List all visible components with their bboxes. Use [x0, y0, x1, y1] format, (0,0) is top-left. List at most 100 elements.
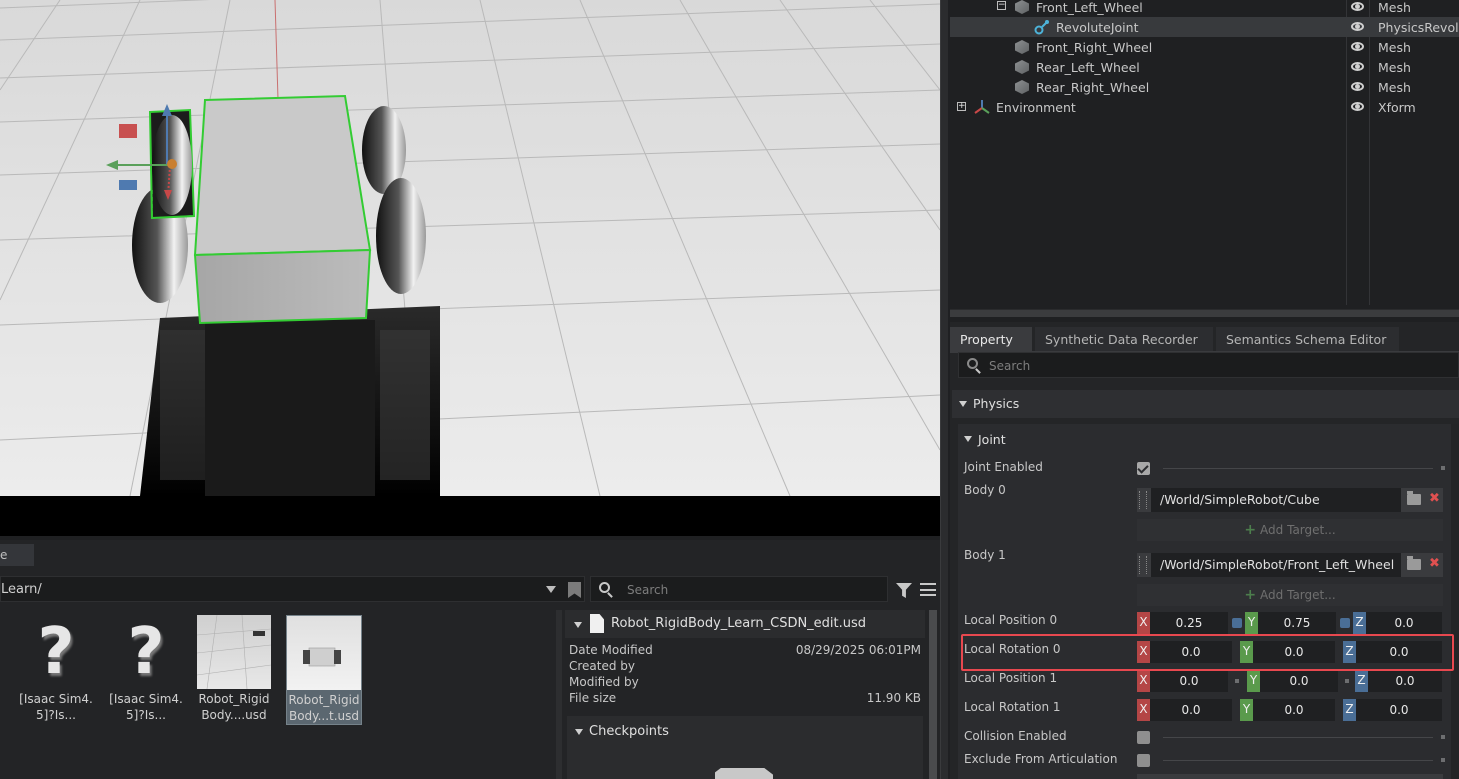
property-scrollbar[interactable]	[1451, 424, 1459, 779]
content-tab[interactable]: e	[0, 544, 34, 566]
viewport[interactable]	[0, 0, 940, 536]
reset-dot[interactable]	[1441, 466, 1445, 470]
collapse-icon[interactable]: −	[997, 1, 1006, 10]
joint-section-header[interactable]: Joint	[958, 424, 1451, 452]
tab-property[interactable]: Property	[950, 327, 1032, 353]
search-icon	[967, 358, 978, 369]
expand-icon[interactable]: +	[957, 102, 966, 111]
joint-section: Joint Joint Enabled Body 0 /World/Simple…	[958, 424, 1459, 779]
panel-divider[interactable]	[940, 0, 948, 779]
axis-y-label: Y	[1247, 670, 1260, 692]
physics-section-header[interactable]: Physics	[952, 390, 1459, 418]
next-row-partial	[1137, 774, 1443, 779]
local-position-0-vector: X 0.25 Y 0.75 Z 0.0	[1137, 612, 1443, 634]
collapse-icon[interactable]	[574, 622, 582, 628]
file-item[interactable]: ? [Isaac Sim4. 5]?Is...	[107, 615, 185, 723]
divider	[1163, 760, 1433, 761]
remove-icon[interactable]: ✖	[1429, 556, 1440, 571]
path-dropdown-icon[interactable]	[546, 586, 556, 593]
mini-indicator	[1232, 618, 1242, 628]
local-position-1-vector: X 0.0 Y 0.0 Z 0.0	[1137, 670, 1443, 692]
checkpoints-section[interactable]: Checkpoints	[567, 716, 923, 779]
filter-icon[interactable]	[896, 583, 912, 598]
property-search-input[interactable]: Search	[958, 352, 1459, 378]
local-position-0-z[interactable]: 0.0	[1366, 612, 1442, 634]
content-search-input[interactable]: Search	[590, 576, 888, 602]
stage-item-type: Mesh	[1378, 60, 1411, 75]
local-rotation-1-y[interactable]: 0.0	[1253, 699, 1335, 721]
joint-enabled-checkbox[interactable]	[1137, 462, 1150, 475]
collision-enabled-checkbox[interactable]	[1137, 731, 1150, 744]
stage-row-environment[interactable]: + Environment Xform	[950, 97, 1459, 117]
eye-icon[interactable]	[1351, 82, 1364, 91]
checkpoints-label: Checkpoints	[589, 724, 669, 739]
grid-scrollbar[interactable]	[556, 610, 562, 779]
revolute-joint-icon	[1034, 20, 1049, 35]
stage-item-label: Front_Left_Wheel	[1036, 0, 1143, 15]
details-header[interactable]: Robot_RigidBody_Learn_CSDN_edit.usd	[565, 610, 925, 638]
stage-row-rear-left-wheel[interactable]: Rear_Left_Wheel Mesh	[950, 57, 1459, 77]
collapse-icon[interactable]	[575, 729, 583, 735]
reset-dot[interactable]	[1441, 735, 1445, 739]
eye-icon[interactable]	[1351, 2, 1364, 11]
local-rotation-1-x[interactable]: 0.0	[1150, 699, 1232, 721]
content-tab-label: e	[0, 548, 8, 562]
file-size-label: File size	[569, 691, 617, 705]
file-size-value: 11.90 KB	[866, 691, 921, 705]
file-item-selected[interactable]: Robot_Rigid Body...t.usd	[286, 615, 362, 725]
drag-handle-icon[interactable]	[1139, 556, 1147, 574]
content-browser: e Learn/ Search ? [Isaac Sim4. 5]?Is... …	[0, 540, 940, 779]
exclude-articulation-label: Exclude From Articulation	[964, 752, 1118, 766]
local-position-0-x[interactable]: 0.25	[1150, 612, 1228, 634]
menu-icon[interactable]	[920, 583, 936, 596]
add-target-button[interactable]: + Add Target...	[1137, 584, 1443, 606]
file-item[interactable]: Robot_Rigid Body....usd	[195, 614, 273, 723]
scene-render[interactable]	[0, 0, 940, 536]
eye-icon[interactable]	[1351, 62, 1364, 71]
folder-icon[interactable]	[1407, 556, 1421, 570]
file-label-line1: [Isaac Sim4.	[109, 692, 183, 706]
local-position-1-y[interactable]: 0.0	[1260, 670, 1338, 692]
drag-handle-icon[interactable]	[1139, 491, 1147, 509]
body1-path-field[interactable]: /World/SimpleRobot/Front_Left_Wheel	[1151, 553, 1401, 577]
tab-synthetic-data-recorder[interactable]: Synthetic Data Recorder	[1035, 327, 1213, 353]
reset-dot[interactable]	[1345, 679, 1349, 683]
exclude-articulation-checkbox[interactable]	[1137, 754, 1150, 767]
local-rotation-1-z[interactable]: 0.0	[1356, 699, 1442, 721]
folder-icon[interactable]	[1407, 491, 1421, 505]
local-position-1-label: Local Position 1	[964, 671, 1058, 685]
created-by-row: Created by	[569, 659, 921, 673]
tab-semantics-schema-editor[interactable]: Semantics Schema Editor	[1216, 327, 1399, 353]
plus-icon: +	[1244, 587, 1257, 603]
usd-thumbnail	[287, 616, 361, 690]
file-label-line2: Body....usd	[201, 708, 267, 722]
local-position-0-label: Local Position 0	[964, 613, 1058, 627]
collapse-icon[interactable]	[964, 436, 972, 442]
stage-row-rear-right-wheel[interactable]: Rear_Right_Wheel Mesh	[950, 77, 1459, 97]
file-label-line1: Robot_Rigid	[198, 692, 270, 706]
stage-scrollbar[interactable]	[950, 309, 1459, 317]
local-position-1-z[interactable]: 0.0	[1368, 670, 1442, 692]
date-modified-label: Date Modified	[569, 643, 653, 657]
remove-icon[interactable]: ✖	[1429, 491, 1440, 506]
local-position-1-x[interactable]: 0.0	[1150, 670, 1228, 692]
collapse-icon[interactable]	[959, 401, 967, 407]
stage-row-front-right-wheel[interactable]: Front_Right_Wheel Mesh	[950, 37, 1459, 57]
eye-icon[interactable]	[1351, 42, 1364, 51]
local-position-0-y[interactable]: 0.75	[1258, 612, 1336, 634]
file-item[interactable]: ? [Isaac Sim4. 5]?Is...	[17, 615, 95, 723]
file-label-line2: 5]?Is...	[36, 708, 76, 722]
reset-dot[interactable]	[1441, 758, 1445, 762]
eye-icon[interactable]	[1351, 22, 1364, 31]
eye-icon[interactable]	[1351, 102, 1364, 111]
add-target-button[interactable]: + Add Target...	[1137, 519, 1443, 541]
axis-x-label: X	[1137, 699, 1150, 721]
axis-z-label: Z	[1355, 670, 1368, 692]
reset-dot[interactable]	[1235, 679, 1239, 683]
date-modified-value: 08/29/2025 06:01PM	[795, 643, 921, 657]
body0-path-field[interactable]: /World/SimpleRobot/Cube	[1151, 488, 1401, 512]
stage-row-front-left-wheel[interactable]: − Front_Left_Wheel Mesh	[950, 0, 1459, 17]
stage-row-revolute-joint[interactable]: RevoluteJoint PhysicsRevolu	[950, 17, 1459, 37]
details-scrollbar[interactable]	[929, 610, 937, 779]
path-field[interactable]: Learn/	[0, 576, 585, 602]
